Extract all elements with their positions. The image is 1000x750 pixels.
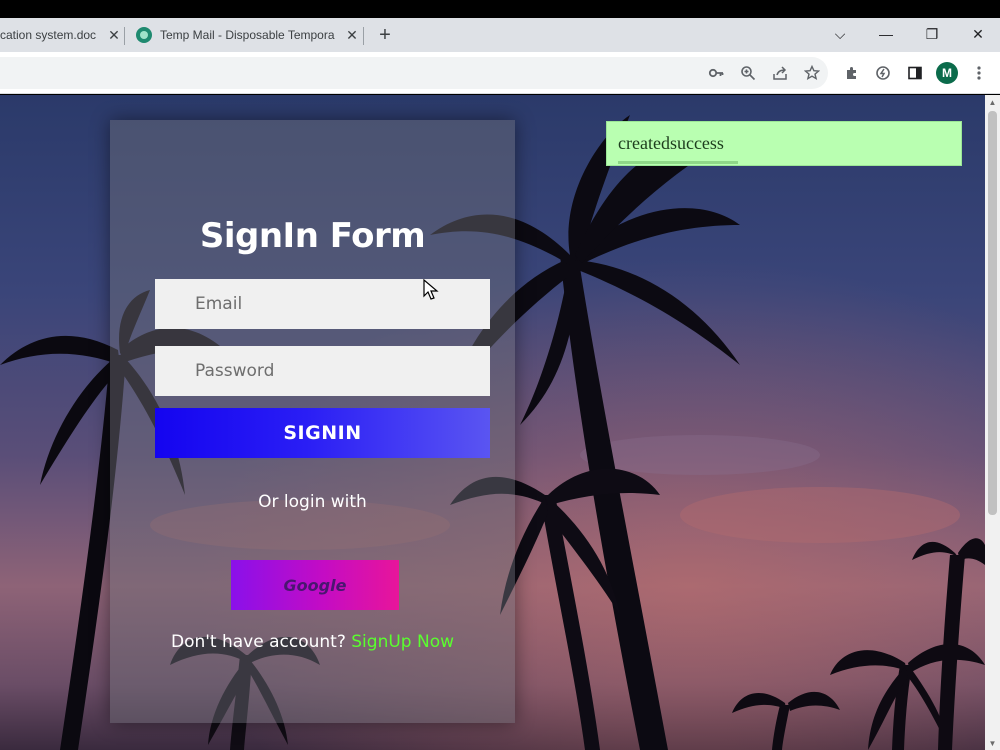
profile-avatar[interactable]: M [936,62,958,84]
temp-mail-favicon-icon [136,27,152,43]
key-icon[interactable] [705,62,727,84]
signin-button[interactable]: SIGNIN [155,408,490,458]
menu-kebab-icon[interactable] [968,62,990,84]
tab-separator [124,27,125,45]
password-input[interactable] [155,346,490,396]
tab-title: cation system.doc [0,28,97,42]
tab-separator [363,27,364,45]
window-top-border [0,0,1000,18]
bookmark-star-icon[interactable] [801,62,823,84]
tab-temp-mail[interactable]: Temp Mail - Disposable Tempora ✕ [128,18,360,52]
tab-close-icon[interactable]: ✕ [106,27,122,44]
tab-close-icon[interactable]: ✕ [344,27,360,44]
or-login-with-text: Or login with [258,492,367,512]
side-panel-icon[interactable] [904,62,926,84]
tab-title: Temp Mail - Disposable Tempora [160,28,335,42]
scroll-down-arrow-icon[interactable]: ▼ [985,736,1000,750]
signup-now-link[interactable]: SignUp Now [351,632,454,652]
scrollbar-thumb[interactable] [988,111,997,515]
mouse-pointer-icon [423,279,439,300]
signup-prompt-row: Don't have account? SignUp Now [110,632,515,652]
success-toast: createdsuccess [606,121,962,166]
form-title: SignIn Form [199,216,426,256]
page-viewport: SignIn Form SIGNIN Or login with Google … [0,95,985,750]
new-tab-button[interactable]: + [372,18,398,52]
tab-search-chevron-icon[interactable]: ⌵ [817,18,863,50]
share-icon[interactable] [769,62,791,84]
scroll-up-arrow-icon[interactable]: ▲ [985,95,1000,109]
extension-icon[interactable] [872,62,894,84]
zoom-icon[interactable] [737,62,759,84]
toast-message: createdsuccess [618,133,724,153]
google-login-button[interactable]: Google [231,560,399,610]
signup-prompt-text: Don't have account? [170,632,346,652]
toast-progress-bar [618,161,738,164]
extensions-puzzle-icon[interactable] [841,62,863,84]
signin-card: SignIn Form SIGNIN Or login with Google … [110,120,515,723]
tab-document[interactable]: cation system.doc ✕ [0,18,122,52]
address-bar[interactable] [0,57,828,89]
close-window-icon[interactable]: ✕ [955,18,1000,50]
restore-icon[interactable]: ❐ [909,18,955,50]
minimize-icon[interactable]: — [863,18,909,50]
page-scrollbar[interactable]: ▲ ▼ [985,95,1000,750]
email-input[interactable] [155,279,490,329]
